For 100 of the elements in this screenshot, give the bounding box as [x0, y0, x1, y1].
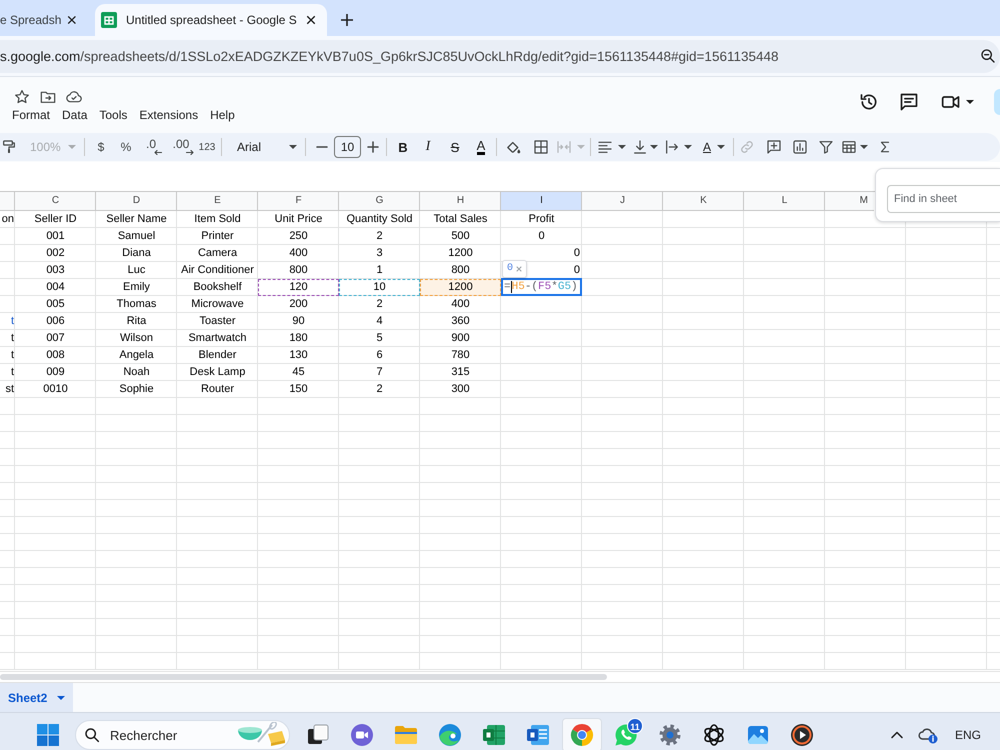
column-header[interactable]: H — [420, 192, 501, 210]
number-format-button[interactable]: 123 — [196, 135, 218, 159]
cloud-check-icon[interactable] — [66, 89, 82, 105]
table-cell-text: 2 — [375, 297, 384, 312]
text-wrap-icon[interactable] — [664, 139, 680, 155]
table-cell-text: Microwave — [190, 297, 245, 312]
table-cell-text: 360 — [450, 314, 471, 329]
table-cell-text: t — [10, 365, 15, 380]
strikethrough-button[interactable]: S — [447, 135, 463, 159]
column-header[interactable]: K — [663, 192, 744, 210]
column-header[interactable]: C — [15, 192, 96, 210]
table-cell-text: 400 — [288, 246, 309, 261]
text-color-button[interactable]: A — [473, 135, 489, 159]
taskbar-button[interactable]: 11 — [606, 718, 646, 750]
swirl-logo-icon — [438, 723, 462, 747]
table-cell-text: 004 — [45, 280, 66, 295]
caret-icon — [68, 145, 76, 149]
document-app-icon — [526, 723, 550, 747]
tricolor-logo-icon — [570, 723, 594, 747]
column-header[interactable]: F — [258, 192, 339, 210]
table-cell-text: 002 — [45, 246, 66, 261]
table-cell-text: 0 — [537, 229, 546, 244]
increase-decimal-button[interactable]: .00 — [168, 135, 194, 159]
caret-icon[interactable] — [650, 145, 658, 149]
table-cell-text: Item Sold — [193, 212, 242, 227]
table-cell-text: Emily — [122, 280, 151, 295]
chart-icon[interactable] — [792, 139, 808, 155]
close-icon[interactable] — [67, 15, 77, 25]
table-cell-text: 130 — [288, 348, 309, 363]
table-cell-text: 7 — [375, 365, 384, 380]
table-cell: 0 — [574, 247, 580, 259]
tab-title: Untitled spreadsheet - Google S — [126, 13, 297, 27]
bold-button[interactable]: B — [395, 135, 411, 159]
column-header[interactable]: D — [96, 192, 177, 210]
align-left-icon[interactable] — [597, 139, 613, 155]
column-header[interactable]: I — [501, 192, 582, 210]
sheet-tab[interactable]: Sheet2 — [0, 683, 74, 712]
table-cell-text: Diana — [121, 246, 152, 261]
start-menu-icon[interactable] — [37, 724, 59, 746]
spreadsheet-app-icon — [482, 723, 506, 747]
menu-item[interactable]: Format — [6, 106, 56, 125]
percent-button[interactable]: % — [116, 135, 136, 159]
column-header[interactable]: G — [339, 192, 420, 210]
menu-item[interactable]: Tools — [93, 106, 134, 125]
browser-tab[interactable]: Untitled spreadsheet - Google S — [95, 4, 327, 36]
column-header[interactable]: L — [744, 192, 825, 210]
caret-icon[interactable] — [860, 145, 868, 149]
sigma-icon[interactable] — [878, 140, 892, 154]
font-size-field[interactable]: 10 — [334, 136, 361, 158]
caret-icon[interactable] — [966, 100, 974, 104]
table-cell-text: Total Sales — [432, 212, 488, 227]
caret-icon[interactable] — [618, 145, 626, 149]
cloud-info-icon[interactable] — [918, 726, 938, 744]
column-header[interactable]: J — [582, 192, 663, 210]
table-cell-text: 780 — [450, 348, 471, 363]
history-icon[interactable] — [859, 92, 879, 112]
table-cell-text: 315 — [450, 365, 471, 380]
table-cell-text: 3 — [375, 246, 384, 261]
borders-icon[interactable] — [533, 139, 549, 155]
table-cell-text: 2 — [375, 229, 384, 244]
table-cell-text: on — [0, 212, 15, 227]
formula-token: G5 — [558, 281, 572, 293]
text-rotation-button[interactable]: A — [700, 135, 714, 159]
plus-icon[interactable] — [366, 140, 380, 154]
find-field[interactable]: Find in sheet — [887, 185, 1000, 213]
caret-icon[interactable] — [717, 145, 725, 149]
browser-tab[interactable]: e Spreadsh — [0, 4, 92, 36]
plus-icon[interactable] — [340, 13, 354, 27]
menu-item[interactable]: Help — [204, 106, 241, 125]
comment-icon[interactable] — [899, 92, 919, 112]
add-comment-icon[interactable] — [766, 139, 782, 155]
folder-arrow-icon[interactable] — [40, 89, 56, 105]
language-indicator[interactable]: ENG — [955, 728, 982, 742]
table-cell-text: 45 — [291, 365, 306, 380]
column-header[interactable]: E — [177, 192, 258, 210]
filter-icon[interactable] — [818, 139, 834, 155]
column-header[interactable]: M — [825, 192, 874, 210]
font-dropdown[interactable]: Arial — [229, 135, 301, 159]
menu-item[interactable]: Extensions — [133, 106, 204, 125]
arrow-left-icon — [154, 150, 162, 155]
table-cell-text: Bookshelf — [192, 280, 243, 295]
table-cell-text: t — [10, 348, 15, 363]
star-icon[interactable] — [14, 89, 30, 105]
search-field[interactable]: Rechercher — [75, 720, 290, 750]
decrease-decimal-button[interactable]: .0 — [140, 135, 162, 159]
scrollbar-thumb[interactable] — [0, 674, 607, 680]
currency-button[interactable]: $ — [91, 135, 111, 159]
paint-format-icon[interactable] — [1, 139, 17, 155]
table-icon[interactable] — [841, 139, 857, 155]
table-cell: 120 — [258, 279, 339, 296]
italic-button[interactable]: I — [420, 135, 436, 159]
zoom-icon[interactable] — [980, 48, 996, 64]
close-icon[interactable] — [306, 15, 316, 25]
table-cell-text: 5 — [375, 331, 384, 346]
notification-badge: 11 — [627, 718, 643, 734]
table-cell-text: 500 — [450, 229, 471, 244]
caret-icon[interactable] — [684, 145, 692, 149]
align-bottom-icon[interactable] — [632, 139, 648, 155]
menu-item[interactable]: Data — [56, 106, 94, 125]
table-cell-text: 400 — [450, 297, 471, 312]
